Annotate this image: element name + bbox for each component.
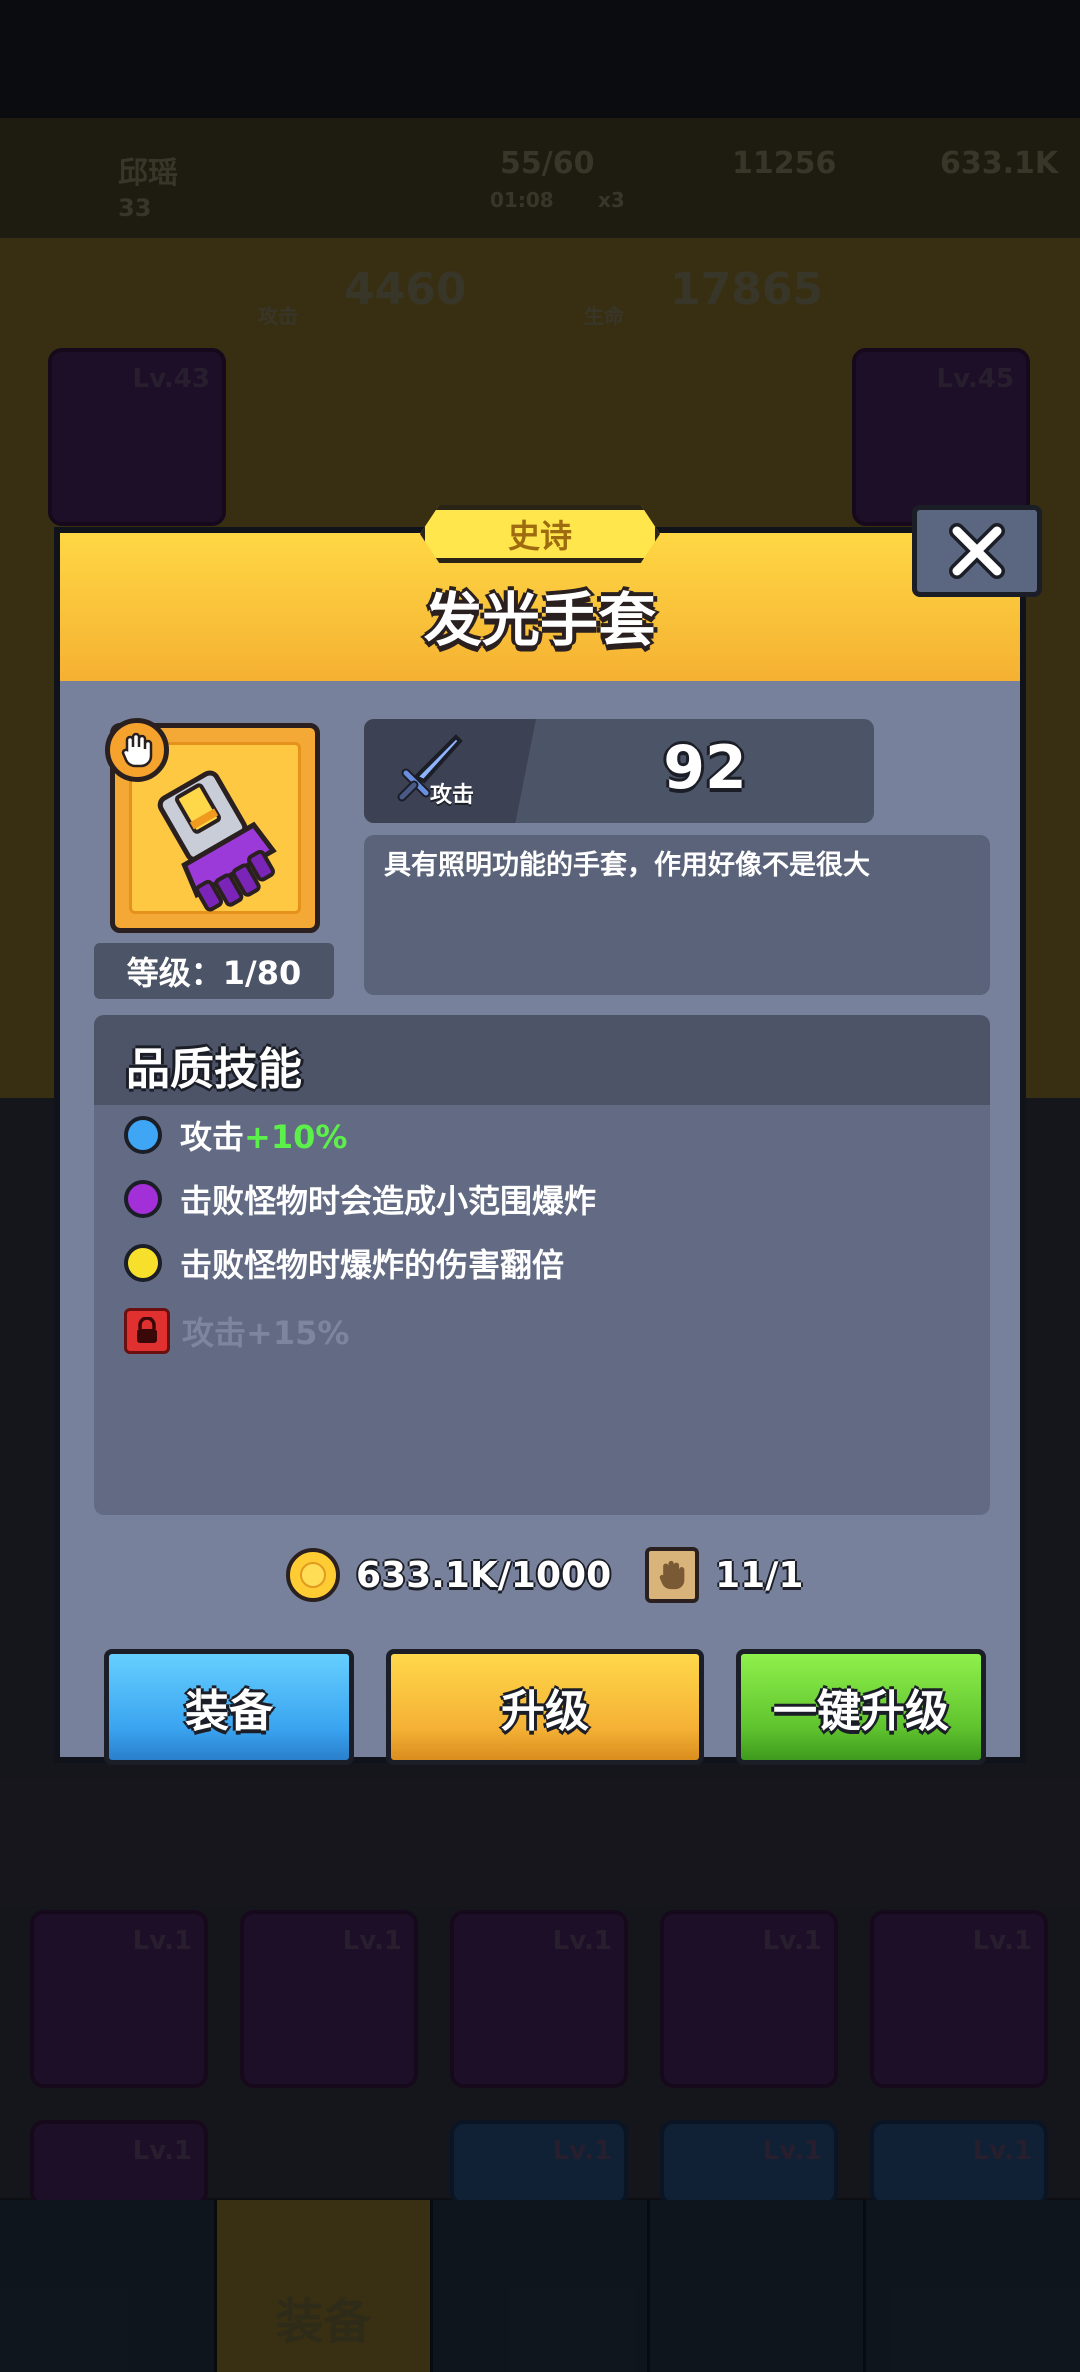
scroll-cost: 11/1 <box>715 1554 804 1596</box>
close-icon <box>949 523 1005 579</box>
stat-label: 攻击 <box>430 783 475 808</box>
dialog-body: 等级：1/80 攻击 92 具有照明功能的手套，作用好像不是很大 品质技能 攻击… <box>60 681 1020 1765</box>
skill-text: 攻击+15% <box>182 1314 350 1352</box>
description-box: 具有照明功能的手套，作用好像不是很大 <box>364 835 990 995</box>
skill-text: 击败怪物时爆炸的伤害翻倍 <box>180 1246 565 1284</box>
equip-button[interactable]: 装备 <box>104 1649 354 1765</box>
skill-row: 击败怪物时会造成小范围爆炸 <box>124 1171 596 1227</box>
attack-stat-box: 攻击 92 <box>364 719 874 823</box>
upgrade-button[interactable]: 升级 <box>386 1649 704 1765</box>
item-title: 发光手套 <box>423 586 656 654</box>
purple-quality-dot-icon <box>124 1180 162 1218</box>
skill-text: 攻击+10% <box>180 1118 348 1156</box>
glove-slot-badge <box>105 718 169 782</box>
skill-row: 击败怪物时爆炸的伤害翻倍 <box>124 1235 564 1291</box>
blue-quality-dot-icon <box>124 1116 162 1154</box>
skill-row: 攻击+10% <box>124 1107 347 1163</box>
rarity-badge: 史诗 <box>420 505 660 563</box>
skill-row-locked: 攻击+15% <box>124 1303 349 1359</box>
upgrade-cost-row: 633.1K/1000 11/1 <box>286 1543 837 1607</box>
yellow-quality-dot-icon <box>124 1244 162 1282</box>
item-level: 等级：1/80 <box>94 943 334 999</box>
item-icon-frame <box>105 718 320 933</box>
stat-value: 92 <box>663 733 747 803</box>
skill-text: 击败怪物时会造成小范围爆炸 <box>180 1182 597 1220</box>
quality-skills-panel: 品质技能 攻击+10% 击败怪物时会造成小范围爆炸 击败怪物时爆炸的伤害翻倍 攻… <box>94 1015 990 1515</box>
hand-icon <box>121 732 153 768</box>
lock-icon <box>124 1308 170 1354</box>
item-detail-dialog: 发光手套 史诗 等级：1/80 攻击 92 具有照明功能的手套，作用好像不是很大… <box>54 505 1042 1765</box>
item-description: 具有照明功能的手套，作用好像不是很大 <box>384 850 870 881</box>
skill-bonus: +10% <box>244 1118 348 1156</box>
coin-icon <box>286 1548 340 1602</box>
close-button[interactable] <box>912 505 1042 597</box>
one-click-upgrade-button[interactable]: 一键升级 <box>736 1649 986 1765</box>
glove-scroll-icon <box>645 1547 700 1603</box>
coin-cost: 633.1K/1000 <box>356 1554 612 1596</box>
skills-title: 品质技能 <box>126 1044 302 1095</box>
